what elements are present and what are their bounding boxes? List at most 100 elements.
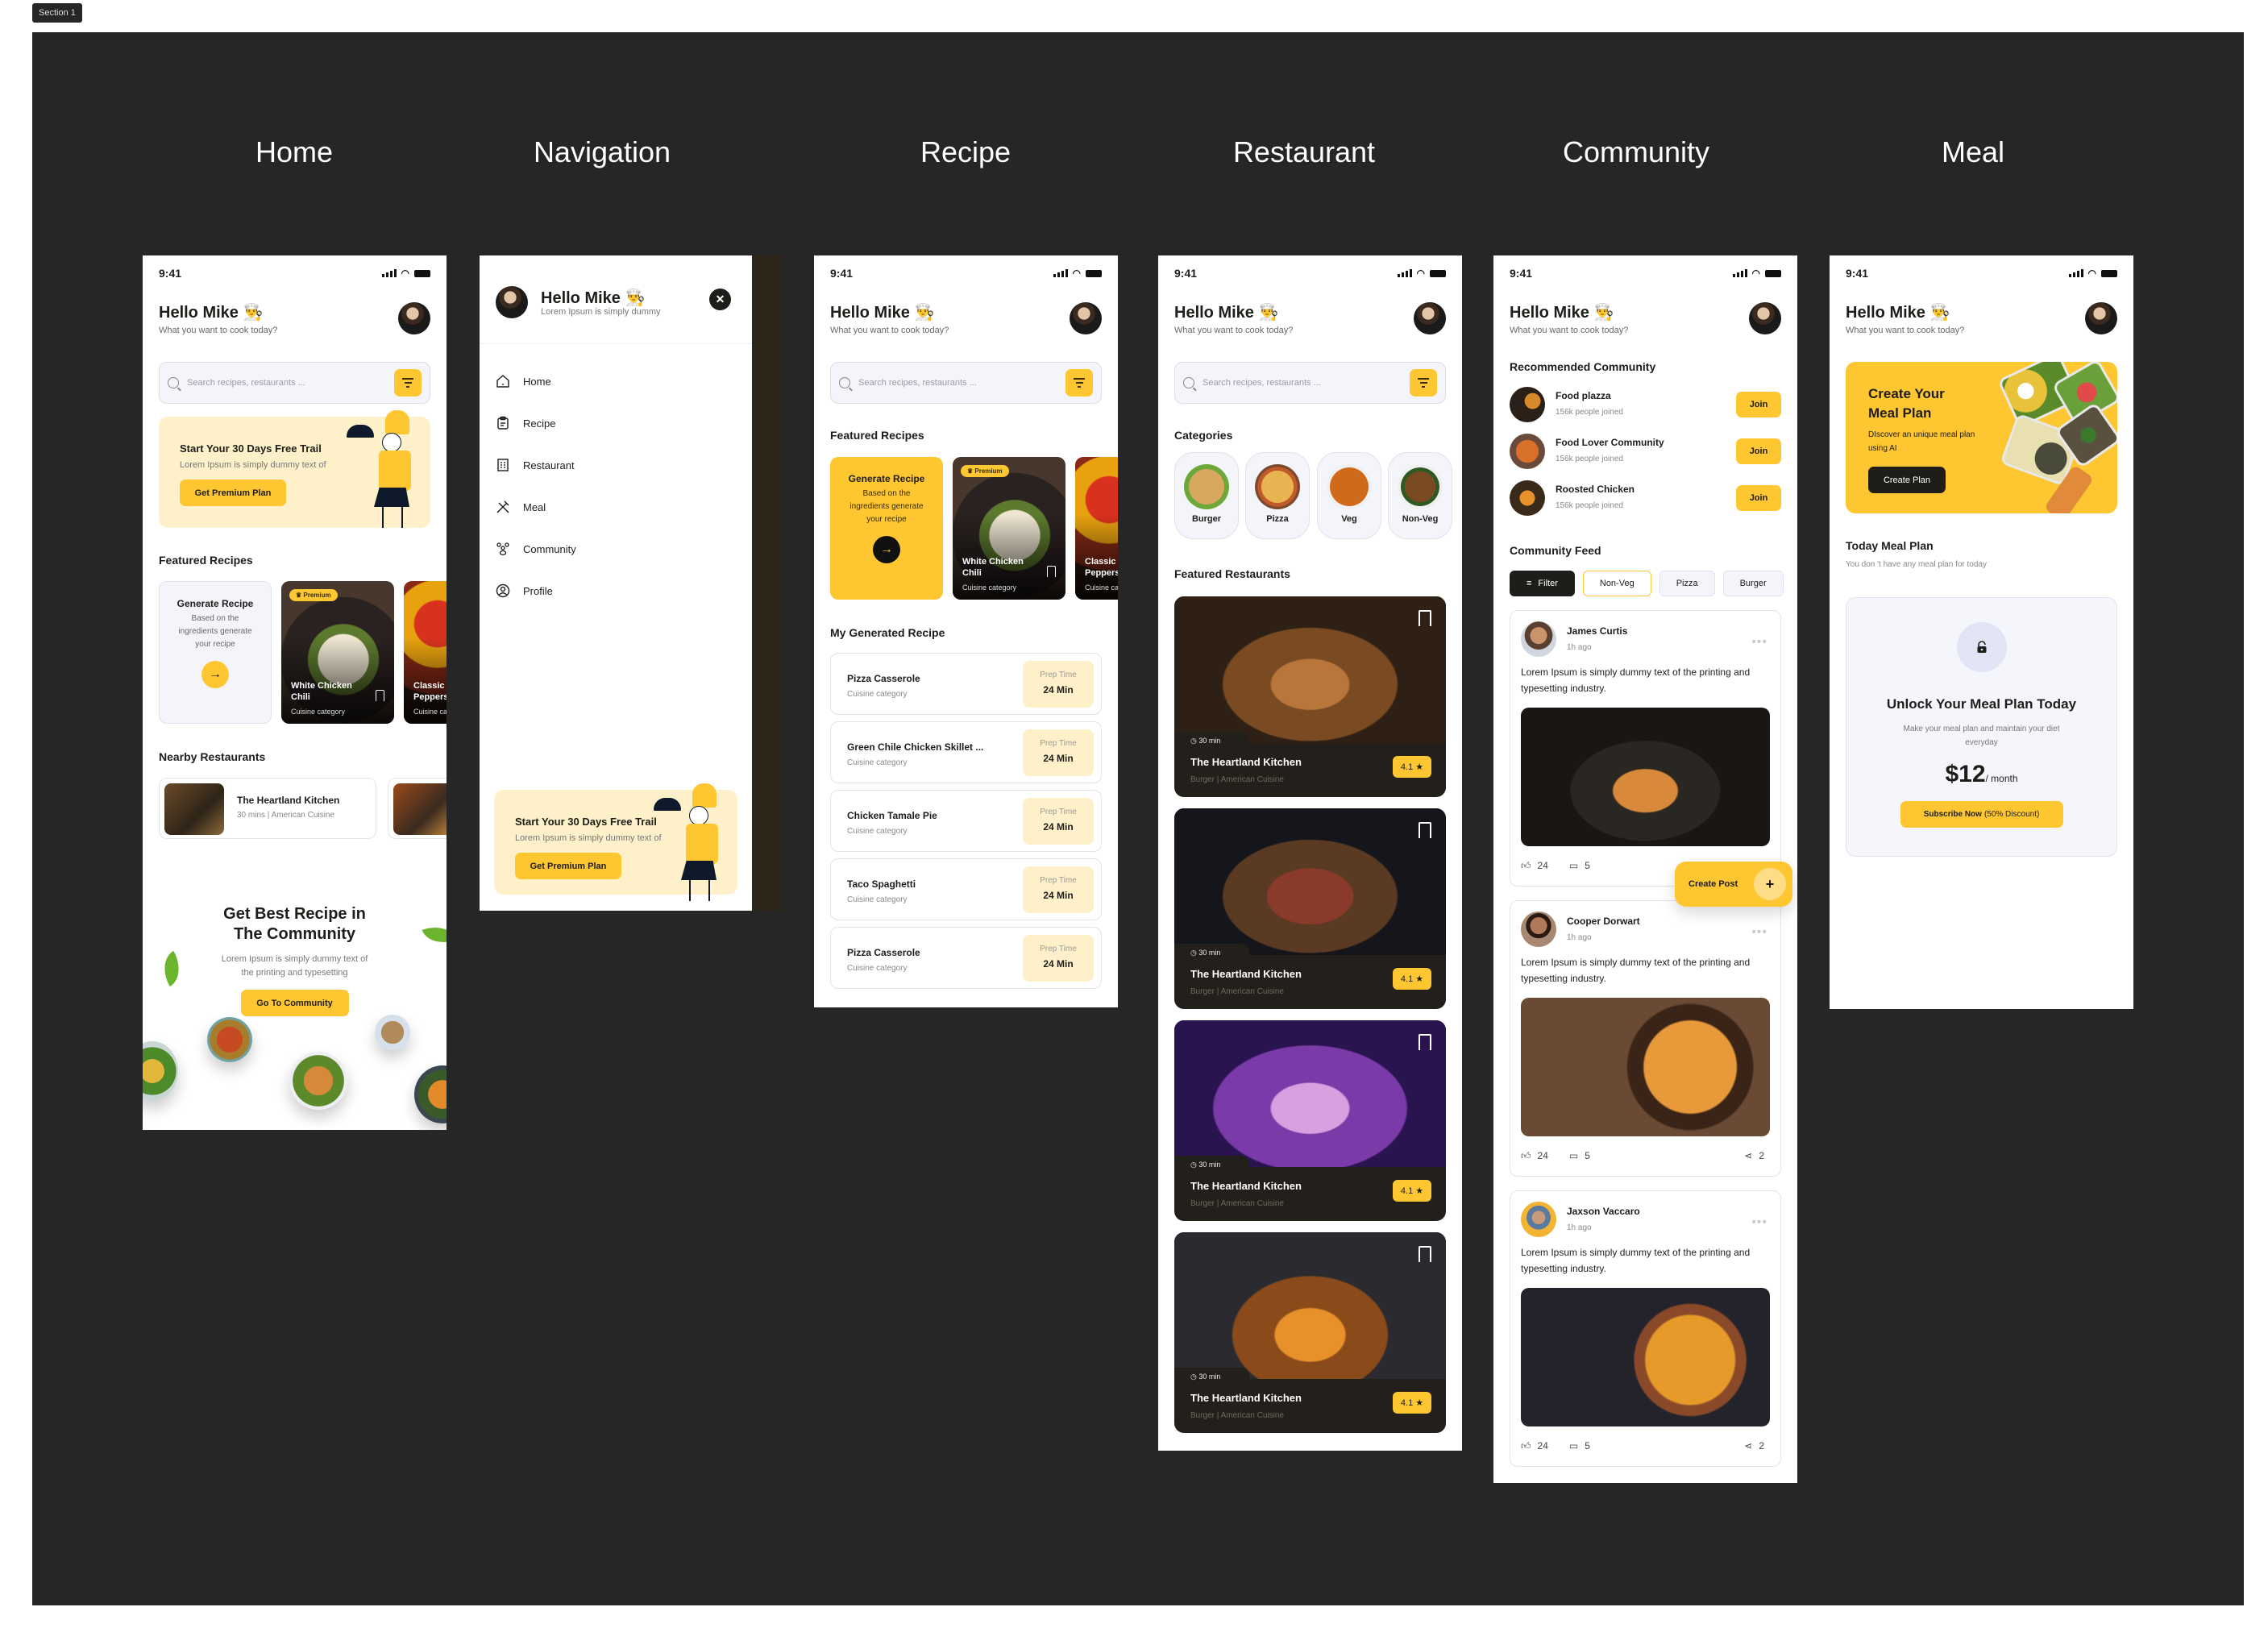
search-input[interactable]: Search recipes, restaurants ...	[1174, 362, 1446, 404]
promo-text: Lorem Ipsum is simply dummy text of	[180, 460, 326, 470]
people-icon	[496, 542, 510, 556]
price-unit: / month	[1985, 773, 2018, 784]
create-post-button[interactable]: Create Post +	[1675, 862, 1792, 907]
generate-recipe-card[interactable]: Generate Recipe Based on the ingredients…	[830, 457, 943, 600]
filter-chip-pizza[interactable]: Pizza	[1659, 571, 1715, 596]
bookmark-icon[interactable]	[1419, 822, 1431, 838]
filter-button[interactable]	[1410, 369, 1437, 397]
avatar[interactable]	[2085, 302, 2117, 334]
comment-button[interactable]: ▭ 5	[1569, 1440, 1590, 1451]
generate-recipe-text: Based on the ingredients generate your r…	[178, 614, 252, 649]
community-members: 156k people joined	[1556, 408, 1623, 417]
join-button[interactable]: Join	[1736, 392, 1781, 417]
recipe-title: White Chicken Chili	[291, 681, 352, 702]
generate-recipe-card[interactable]: Generate Recipe Based on the ingredients…	[159, 581, 272, 724]
arrow-right-icon[interactable]: →	[201, 661, 229, 688]
generated-recipe-row[interactable]: Pizza Casserole Cuisine category Prep Ti…	[830, 653, 1102, 715]
delivery-time: ◷ 30 min	[1174, 732, 1249, 751]
section-label[interactable]: Section 1	[32, 3, 82, 23]
feed-post: Jaxson Vaccaro 1h ago ••• Lorem Ipsum is…	[1510, 1190, 1781, 1467]
filter-chip-burger[interactable]: Burger	[1722, 571, 1784, 596]
restaurant-card[interactable]: ◷ 30 min The Heartland Kitchen Burger | …	[1174, 1232, 1446, 1433]
generated-recipe-row[interactable]: Taco Spaghetti Cuisine category Prep Tim…	[830, 858, 1102, 920]
category-chip[interactable]: Veg	[1317, 452, 1381, 539]
recipe-category: Cuisine category	[847, 827, 908, 836]
nearby-restaurant-card[interactable]	[388, 778, 447, 839]
greeting-title: Hello Mike 👨‍🍳	[1846, 304, 1950, 322]
recipe-card[interactable]: ♛ Premium White Chicken Chili Cuisine ca…	[953, 457, 1065, 600]
signal-icon	[1053, 269, 1068, 277]
signal-icon	[1397, 269, 1412, 277]
nav-item-profile[interactable]: Profile	[496, 581, 553, 600]
like-button[interactable]: 👍︎ 24	[1521, 860, 1548, 872]
bookmark-icon[interactable]	[1419, 1246, 1431, 1262]
like-button[interactable]: 👍︎ 24	[1521, 1440, 1548, 1452]
restaurant-card[interactable]: ◷ 30 min The Heartland Kitchen Burger | …	[1174, 1020, 1446, 1221]
like-button[interactable]: 👍︎ 24	[1521, 1150, 1548, 1162]
avatar[interactable]	[1070, 302, 1102, 334]
filter-button[interactable]	[1065, 369, 1093, 397]
status-bar: 9:41 ◠	[830, 265, 1102, 281]
more-options-icon[interactable]: •••	[1751, 635, 1767, 650]
comment-button[interactable]: ▭ 5	[1569, 860, 1590, 871]
generated-recipe-row[interactable]: Chicken Tamale Pie Cuisine category Prep…	[830, 790, 1102, 852]
comment-icon: ▭	[1568, 1440, 1579, 1451]
search-input[interactable]: Search recipes, restaurants ...	[830, 362, 1102, 404]
avatar[interactable]	[1414, 302, 1446, 334]
signal-icon	[2068, 269, 2083, 277]
bookmark-icon[interactable]	[376, 690, 384, 701]
nav-item-restaurant[interactable]: Restaurant	[496, 455, 575, 475]
category-chip[interactable]: Burger	[1174, 452, 1239, 539]
subscribe-now-button[interactable]: Subscribe Now (50% Discount)	[1900, 801, 2063, 828]
delivery-time: ◷ 30 min	[1174, 1156, 1249, 1175]
restaurant-screen: 9:41 ◠ Hello Mike 👨‍🍳 What you want to c…	[1158, 255, 1462, 1451]
nearby-restaurant-card[interactable]: The Heartland Kitchen 30 mins | American…	[159, 778, 376, 839]
home-screen: 9:41 ◠ Hello Mike 👨‍🍳 What you want to c…	[143, 255, 447, 1130]
generated-recipe-row[interactable]: Green Chile Chicken Skillet ... Cuisine …	[830, 721, 1102, 783]
get-premium-button[interactable]: Get Premium Plan	[515, 853, 621, 879]
nav-item-meal[interactable]: Meal	[496, 497, 546, 517]
avatar[interactable]	[496, 286, 528, 318]
generate-recipe-title: Generate Recipe	[177, 598, 254, 609]
join-button[interactable]: Join	[1736, 485, 1781, 511]
recipe-card[interactable]: Classic Stuffed Peppers Cuisine category	[404, 581, 447, 724]
bookmark-icon[interactable]	[1419, 610, 1431, 626]
recipe-card[interactable]: Classic Stuffed Peppers Cuisine category	[1075, 457, 1118, 600]
bookmark-icon[interactable]	[1419, 1034, 1431, 1050]
recipe-card[interactable]: ♛ Premium White Chicken Chili Cuisine ca…	[281, 581, 394, 724]
filter-button[interactable]	[394, 369, 422, 397]
go-to-community-button[interactable]: Go To Community	[240, 990, 349, 1016]
restaurant-card[interactable]: ◷ 30 min The Heartland Kitchen Burger | …	[1174, 596, 1446, 797]
avatar[interactable]	[398, 302, 430, 334]
close-button[interactable]: ✕	[709, 289, 731, 310]
get-premium-button[interactable]: Get Premium Plan	[180, 480, 286, 506]
arrow-right-icon[interactable]: →	[873, 536, 900, 563]
share-button[interactable]: ⋖ 2	[1744, 1150, 1764, 1161]
nav-item-community[interactable]: Community	[496, 539, 576, 559]
bookmark-icon[interactable]	[1047, 566, 1056, 577]
join-button[interactable]: Join	[1736, 438, 1781, 464]
avatar[interactable]	[1749, 302, 1781, 334]
comment-button[interactable]: ▭ 5	[1569, 1150, 1590, 1161]
filter-chip-non-veg[interactable]: Non-Veg	[1582, 571, 1651, 596]
prep-time-badge: Prep Time 24 Min	[1023, 935, 1094, 982]
search-input[interactable]: Search recipes, restaurants ...	[159, 362, 430, 404]
generated-recipe-row[interactable]: Pizza Casserole Cuisine category Prep Ti…	[830, 927, 1102, 989]
create-plan-button[interactable]: Create Plan	[1868, 467, 1946, 493]
fork-knife-icon	[496, 500, 510, 514]
nav-item-recipe[interactable]: Recipe	[496, 413, 555, 433]
status-time: 9:41	[1846, 267, 1869, 280]
featured-restaurants-heading: Featured Restaurants	[1174, 567, 1290, 580]
restaurant-card[interactable]: ◷ 30 min The Heartland Kitchen Burger | …	[1174, 808, 1446, 1009]
recipe-name: Green Chile Chicken Skillet ...	[847, 741, 984, 753]
category-chip[interactable]: Non-Veg	[1388, 452, 1452, 539]
category-chip[interactable]: Pizza	[1245, 452, 1310, 539]
filter-chip[interactable]: ≡ Filter	[1510, 571, 1575, 596]
share-button[interactable]: ⋖ 2	[1744, 1440, 1764, 1451]
status-bar: 9:41 ◠	[159, 265, 430, 281]
nav-item-home[interactable]: Home	[496, 372, 551, 391]
more-options-icon[interactable]: •••	[1751, 925, 1767, 940]
restaurant-name: The Heartland Kitchen	[1190, 968, 1302, 980]
restaurant-name: The Heartland Kitchen	[1190, 1180, 1302, 1192]
more-options-icon[interactable]: •••	[1751, 1215, 1767, 1230]
